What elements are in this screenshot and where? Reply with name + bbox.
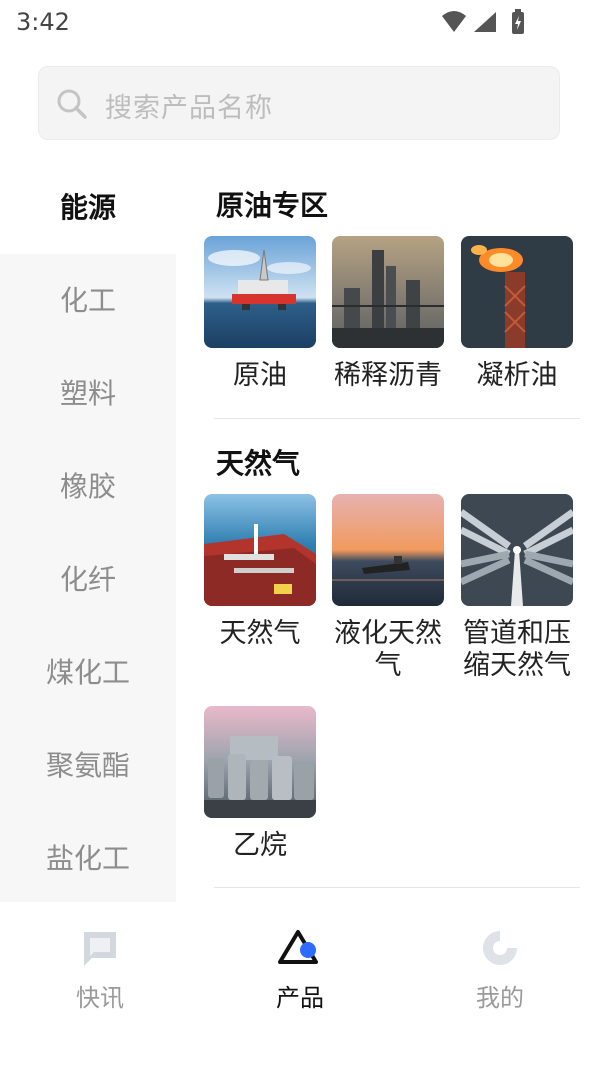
wifi-icon: [442, 11, 466, 32]
product-name: 稀释沥青: [334, 360, 442, 391]
news-chat-icon: [84, 932, 116, 966]
product-card[interactable]: 稀释沥青: [332, 236, 446, 392]
battery-icon: [512, 9, 524, 34]
category-sidebar: 能源 化工 塑料 橡胶 化纤 煤化工 聚氨酯 盐化工: [0, 160, 176, 902]
sidebar-item-salt-chemical[interactable]: 盐化工: [0, 829, 176, 889]
status-icons: [442, 9, 524, 34]
product-card[interactable]: 凝析油: [461, 236, 575, 392]
product-card[interactable]: 原油: [204, 236, 318, 392]
section-title-crude: 原油专区: [216, 189, 329, 222]
sidebar-item-chemical[interactable]: 化工: [0, 271, 176, 331]
product-card[interactable]: 乙烷: [204, 706, 318, 862]
refinery-towers-image: [332, 236, 444, 348]
sidebar-item-energy[interactable]: 能源: [0, 178, 176, 238]
section-title-natural-gas: 天然气: [216, 447, 301, 480]
status-bar: 3:42: [0, 0, 600, 48]
status-time: 3:42: [16, 8, 70, 36]
sidebar-item-rubber[interactable]: 橡胶: [0, 457, 176, 517]
offshore-oil-rig-image: [204, 236, 316, 348]
lng-ship-sunset-image: [332, 494, 444, 606]
bottom-tab-bar: 快讯 产品 我的: [0, 904, 600, 1066]
sidebar-item-plastics[interactable]: 塑料: [0, 364, 176, 424]
sidebar-item-fiber[interactable]: 化纤: [0, 550, 176, 610]
sidebar-item-polyurethane[interactable]: 聚氨酯: [0, 736, 176, 796]
tab-label: 我的: [476, 984, 524, 1012]
tab-label: 快讯: [76, 984, 124, 1012]
tab-news[interactable]: 快讯: [40, 926, 160, 1013]
search-placeholder: 搜索产品名称: [105, 93, 273, 124]
gas-flare-stack-image: [461, 236, 573, 348]
product-triangle-icon: [278, 930, 318, 964]
product-card[interactable]: 液化天然气: [332, 494, 446, 682]
search-icon: [57, 89, 87, 119]
tab-profile[interactable]: 我的: [440, 926, 560, 1013]
product-name: 液化天然气: [334, 618, 442, 681]
tab-products[interactable]: 产品: [240, 926, 360, 1013]
product-name: 天然气: [219, 618, 301, 649]
product-name: 凝析油: [476, 360, 558, 391]
product-name: 原油: [233, 360, 287, 391]
signal-icon: [474, 12, 496, 32]
product-card[interactable]: 管道和压缩天然气: [461, 494, 575, 682]
product-content: 原油专区 原油 稀释沥青 凝析油 天然气 天然气 液化天然气 管道和压缩天然气 …: [204, 160, 600, 902]
tab-label: 产品: [276, 984, 324, 1012]
product-name: 乙烷: [233, 830, 287, 861]
product-card[interactable]: 天然气: [204, 494, 318, 650]
profile-pie-icon: [483, 931, 517, 965]
search-input[interactable]: 搜索产品名称: [38, 66, 560, 140]
section-divider: [214, 887, 580, 888]
section-divider: [214, 418, 580, 419]
sidebar-item-coal-chemical[interactable]: 煤化工: [0, 643, 176, 703]
tanker-deck-image: [204, 494, 316, 606]
storage-tanks-image: [204, 706, 316, 818]
pipeline-corridor-image: [461, 494, 573, 606]
product-name: 管道和压缩天然气: [463, 618, 571, 681]
